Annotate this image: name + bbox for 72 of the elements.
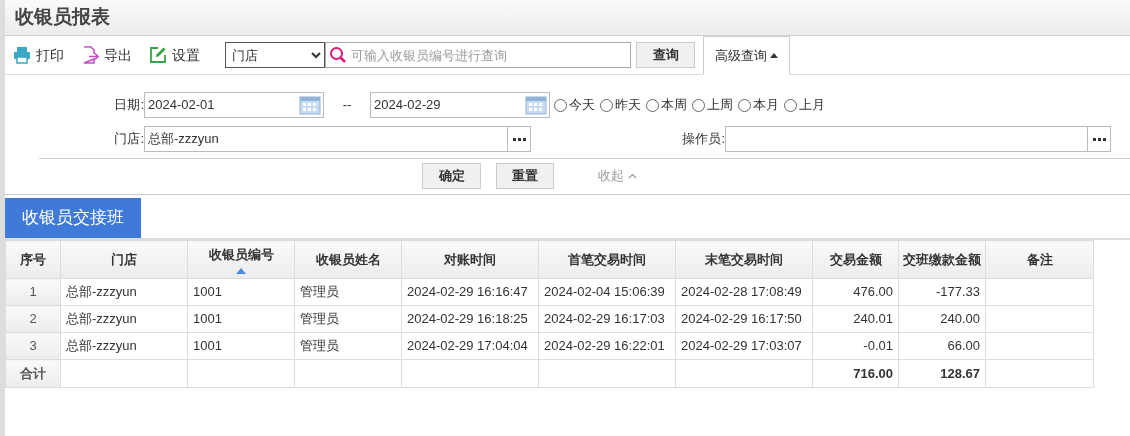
table-cell: 2024-02-04 15:06:39 [538,278,676,306]
range-radio[interactable]: 上月 [784,95,825,115]
date-label: 日期: [113,96,144,115]
export-button[interactable]: 导出 [81,44,132,66]
table-cell: 240.00 [898,305,986,333]
store-label: 门店: [113,130,144,149]
total-label: 合计 [5,359,61,388]
table-cell: 管理员 [294,278,402,306]
table-cell: 2024-02-29 16:16:47 [401,278,539,306]
table-cell: 2024-02-28 17:08:49 [675,278,813,306]
range-radio[interactable]: 本周 [646,95,687,115]
advanced-query-tab[interactable]: 高级查询 [703,36,790,75]
table-cell: 1001 [187,278,295,306]
table-cell: -177.33 [898,278,986,306]
column-header[interactable]: 序号 [5,240,61,279]
total-cell: 716.00 [812,359,899,388]
operator-field[interactable] [725,126,1111,152]
range-radio[interactable]: 上周 [692,95,733,115]
settings-button[interactable]: 设置 [149,44,200,66]
column-header[interactable]: 门店 [60,240,188,279]
table-cell: 2024-02-29 17:04:04 [401,332,539,360]
row-number: 1 [5,278,61,306]
date-from-field[interactable]: 2024-02-01 [144,92,324,118]
column-header[interactable]: 备注 [985,240,1094,279]
store-select[interactable]: 门店 [225,42,325,68]
export-icon [81,46,99,64]
search-icon [329,46,347,64]
confirm-button[interactable]: 确定 [422,163,481,189]
column-header[interactable]: 对账时间 [401,240,539,279]
table-cell: 66.00 [898,332,986,360]
table-cell: 2024-02-29 17:03:07 [675,332,813,360]
calendar-icon[interactable] [525,95,547,115]
row-number: 2 [5,305,61,333]
calendar-icon[interactable] [299,95,321,115]
column-header[interactable]: 收银员姓名 [294,240,402,279]
printer-icon [13,46,31,64]
table-cell: -0.01 [812,332,899,360]
range-radio[interactable]: 昨天 [600,95,641,115]
table-cell: 2024-02-29 16:18:25 [401,305,539,333]
section-tab[interactable]: 收银员交接班 [5,198,141,238]
column-header[interactable]: 交易金额 [812,240,899,279]
range-radio[interactable]: 本月 [738,95,779,115]
operator-label: 操作员: [681,130,725,149]
column-header[interactable]: 交班缴款金额 [898,240,986,279]
reset-button[interactable]: 重置 [496,163,554,189]
table-cell: 1001 [187,305,295,333]
column-header[interactable]: 首笔交易时间 [538,240,676,279]
total-cell: 128.67 [898,359,986,388]
range-radio[interactable]: 今天 [554,95,595,115]
row-number: 3 [5,332,61,360]
store-field[interactable]: 总部-zzzyun [144,126,531,152]
table-cell: 总部-zzzyun [60,278,188,306]
table-cell: 管理员 [294,305,402,333]
table-cell: 476.00 [812,278,899,306]
date-separator: -- [341,96,353,115]
edit-icon [149,46,167,64]
table-cell: 2024-02-29 16:22:01 [538,332,676,360]
query-button[interactable]: 查询 [636,42,695,68]
table-cell: 总部-zzzyun [60,332,188,360]
table-cell: 总部-zzzyun [60,305,188,333]
table-cell: 管理员 [294,332,402,360]
table-cell: 240.01 [812,305,899,333]
table-cell: 1001 [187,332,295,360]
date-to-field[interactable]: 2024-02-29 [370,92,550,118]
table-cell: 2024-02-29 16:17:03 [538,305,676,333]
print-button[interactable]: 打印 [13,44,64,66]
column-header[interactable]: 收银员编号 [187,240,295,279]
chevron-up-icon [628,173,637,179]
window-title: 收银员报表 [15,5,110,30]
column-header[interactable]: 末笔交易时间 [675,240,813,279]
search-field[interactable]: 可输入收银员编号进行查询 [325,42,631,68]
table-cell: 2024-02-29 16:17:50 [675,305,813,333]
